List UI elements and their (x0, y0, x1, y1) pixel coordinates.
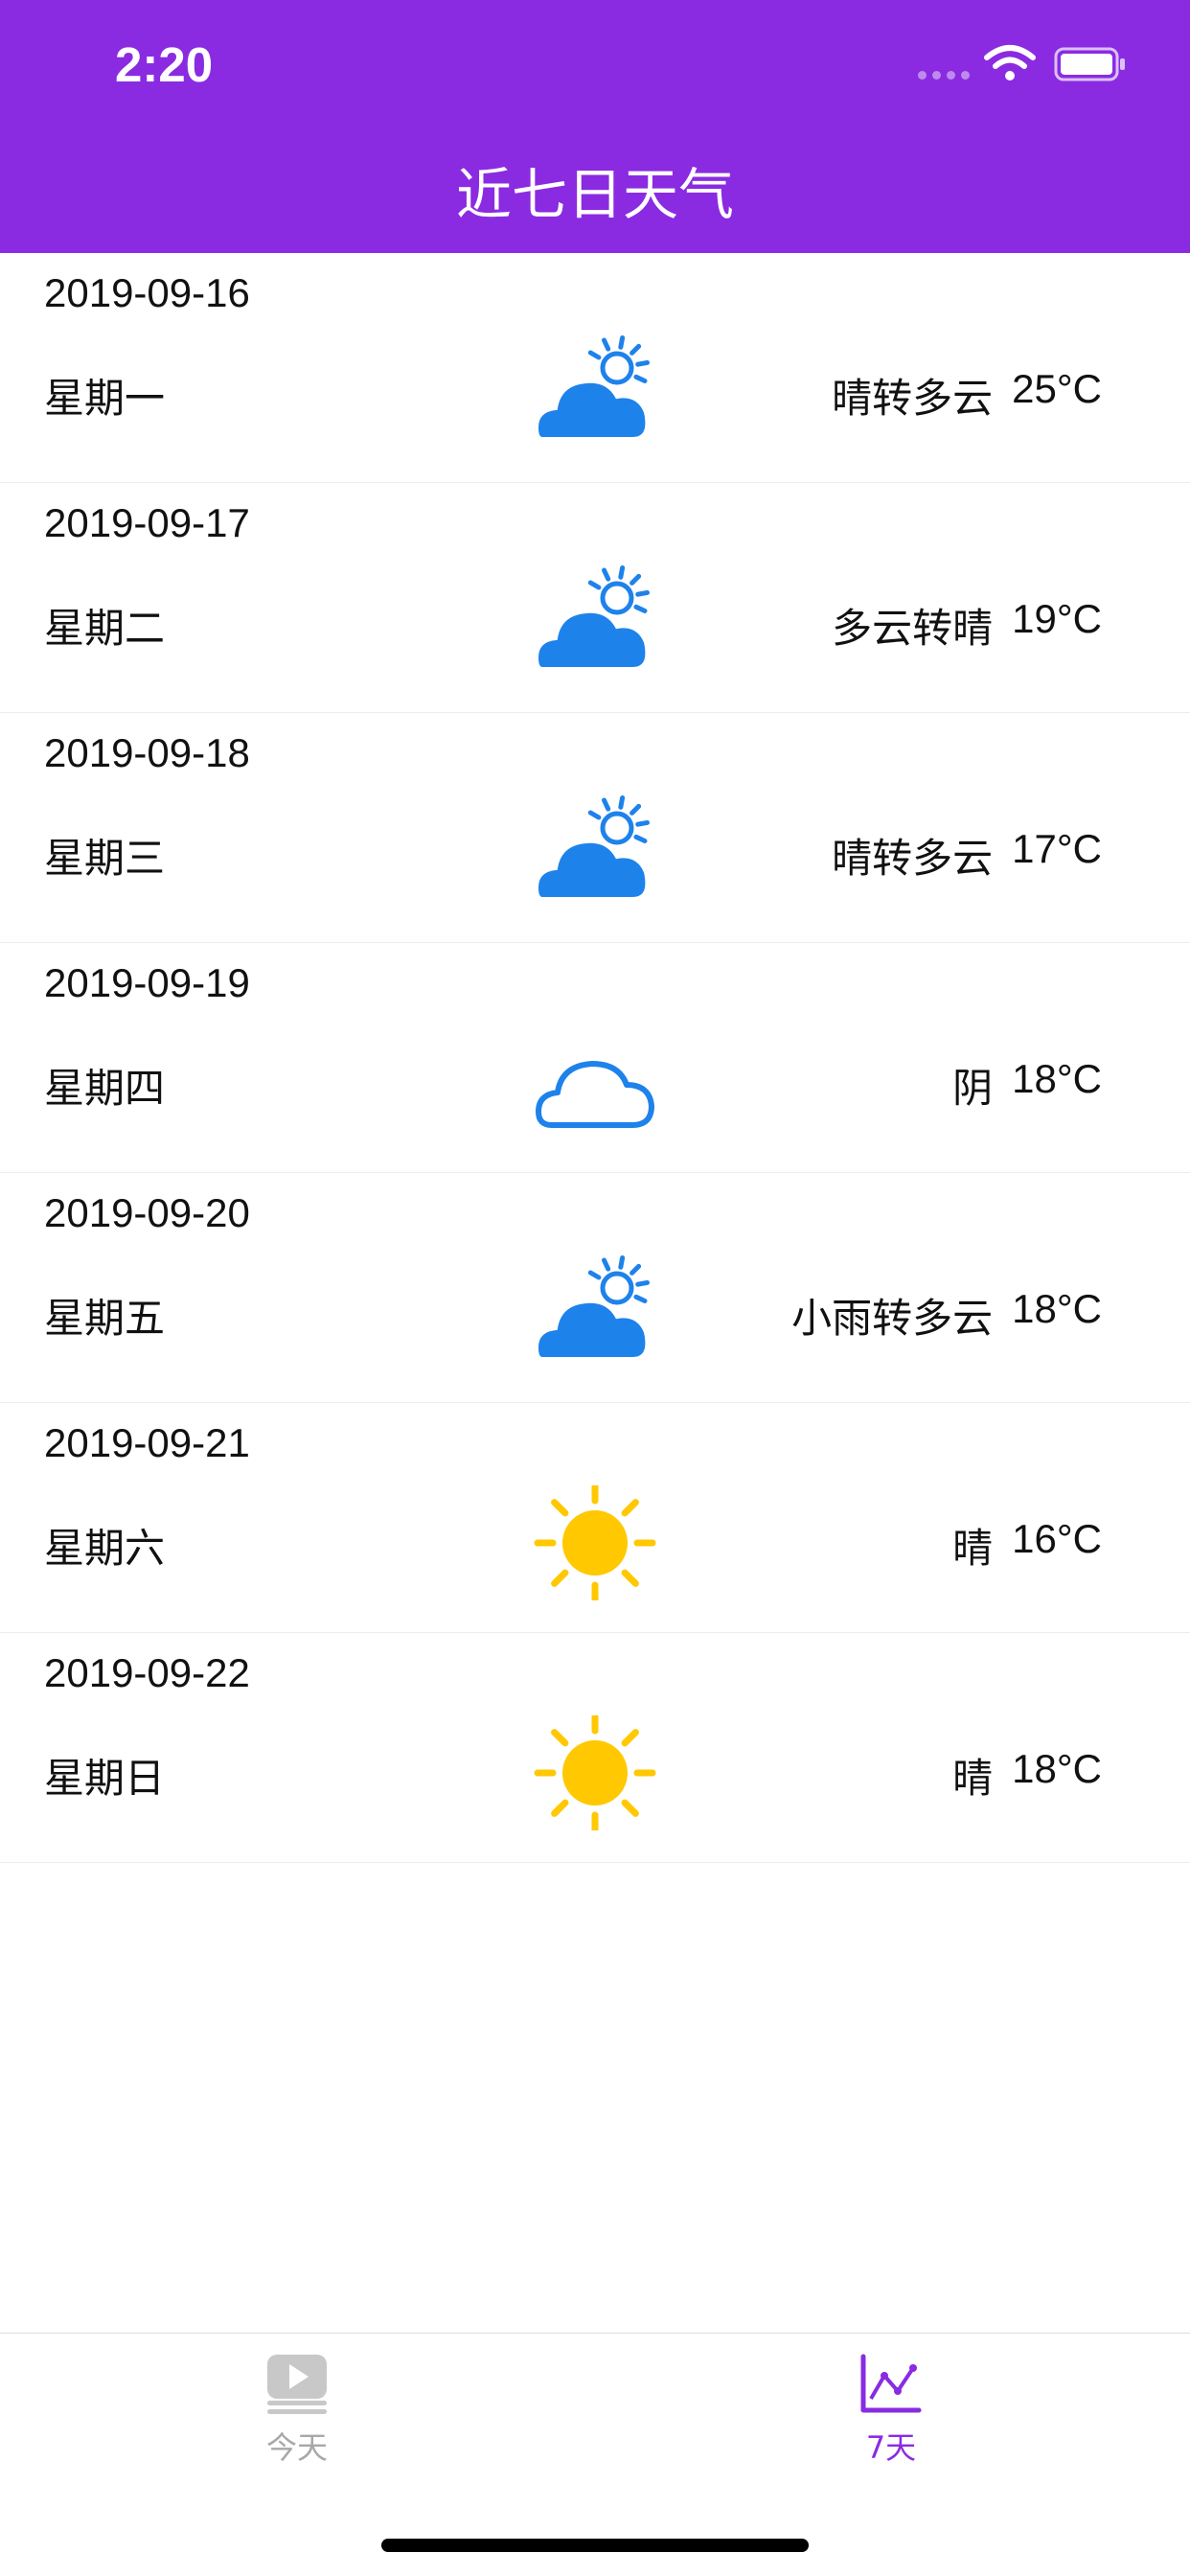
tab-7days-label: 7天 (865, 2429, 917, 2466)
forecast-weekday: 星期日 (44, 1755, 166, 1802)
forecast-weekday: 星期五 (44, 1295, 166, 1342)
forecast-row[interactable]: 2019-09-16 星期一 晴转多云 25°C (0, 253, 1190, 483)
forecast-list: 2019-09-16 星期一 晴转多云 25°C 2019-09-17 星期二 多云转晴 19… (0, 253, 1190, 1863)
forecast-condition: 多云转晴 (832, 605, 994, 652)
partly-cloudy-icon (533, 1255, 657, 1370)
forecast-temperature: 18°C (1012, 1746, 1102, 1791)
battery-icon (1054, 47, 1125, 81)
tab-today-label: 今天 (265, 2429, 328, 2466)
weather-screen: 2:20 近七日天气 2019-09-16 星期一 晴转多云 25°C 2019-09-… (0, 0, 1190, 2576)
wifi-icon (984, 45, 1036, 80)
forecast-condition: 晴 (952, 1525, 994, 1572)
forecast-condition: 小雨转多云 (791, 1295, 994, 1342)
forecast-summary: 多云转晴 19°C (832, 596, 1102, 655)
forecast-temperature: 19°C (1012, 596, 1102, 641)
cloud-outline-icon (533, 1025, 657, 1140)
forecast-summary: 晴转多云 17°C (832, 826, 1102, 885)
partly-cloudy-icon (533, 795, 657, 910)
status-time: 2:20 (115, 37, 214, 92)
partly-cloudy-icon (533, 565, 657, 680)
forecast-weekday: 星期六 (44, 1525, 166, 1572)
forecast-temperature: 18°C (1012, 1056, 1102, 1101)
forecast-row[interactable]: 2019-09-21 星期六 晴 16°C (0, 1403, 1190, 1633)
forecast-temperature: 25°C (1012, 366, 1102, 411)
forecast-row[interactable]: 2019-09-20 星期五 小雨转多云 18°C (0, 1173, 1190, 1403)
page-title: 近七日天气 (455, 162, 734, 227)
forecast-summary: 晴转多云 25°C (832, 366, 1102, 425)
forecast-row[interactable]: 2019-09-18 星期三 晴转多云 17°C (0, 713, 1190, 943)
forecast-date: 2019-09-18 (44, 730, 250, 775)
tab-bar: 今天 7天 (0, 2333, 1190, 2576)
forecast-date: 2019-09-22 (44, 1650, 250, 1695)
forecast-condition: 晴 (952, 1755, 994, 1802)
forecast-summary: 晴 16°C (952, 1516, 1102, 1575)
forecast-summary: 阴 18°C (952, 1056, 1102, 1115)
today-icon (267, 2355, 327, 2414)
forecast-weekday: 星期三 (44, 835, 166, 882)
forecast-temperature: 18°C (1012, 1286, 1102, 1331)
forecast-date: 2019-09-21 (44, 1420, 250, 1465)
cellular-signal-icon (918, 71, 970, 80)
forecast-date: 2019-09-16 (44, 270, 250, 315)
forecast-summary: 小雨转多云 18°C (791, 1286, 1102, 1345)
forecast-row[interactable]: 2019-09-19 星期四 阴 18°C (0, 943, 1190, 1173)
sun-icon (533, 1712, 657, 1834)
forecast-date: 2019-09-19 (44, 960, 250, 1005)
forecast-condition: 晴转多云 (832, 835, 994, 882)
forecast-temperature: 17°C (1012, 826, 1102, 871)
nav-bar: 2:20 近七日天气 (0, 0, 1190, 253)
forecast-weekday: 星期二 (44, 605, 166, 652)
forecast-date: 2019-09-17 (44, 500, 250, 545)
line-chart-icon (860, 2354, 922, 2413)
forecast-date: 2019-09-20 (44, 1190, 250, 1235)
forecast-temperature: 16°C (1012, 1516, 1102, 1561)
tab-7days[interactable]: 7天 (795, 2353, 987, 2468)
forecast-condition: 晴转多云 (832, 375, 994, 422)
sun-icon (533, 1482, 657, 1604)
tab-today[interactable]: 今天 (201, 2353, 393, 2468)
partly-cloudy-icon (533, 335, 657, 450)
forecast-weekday: 星期四 (44, 1065, 166, 1112)
forecast-row[interactable]: 2019-09-17 星期二 多云转晴 19°C (0, 483, 1190, 713)
forecast-condition: 阴 (952, 1065, 994, 1112)
forecast-summary: 晴 18°C (952, 1746, 1102, 1805)
forecast-row[interactable]: 2019-09-22 星期日 晴 18°C (0, 1633, 1190, 1863)
forecast-weekday: 星期一 (44, 375, 166, 422)
home-indicator (381, 2539, 809, 2552)
